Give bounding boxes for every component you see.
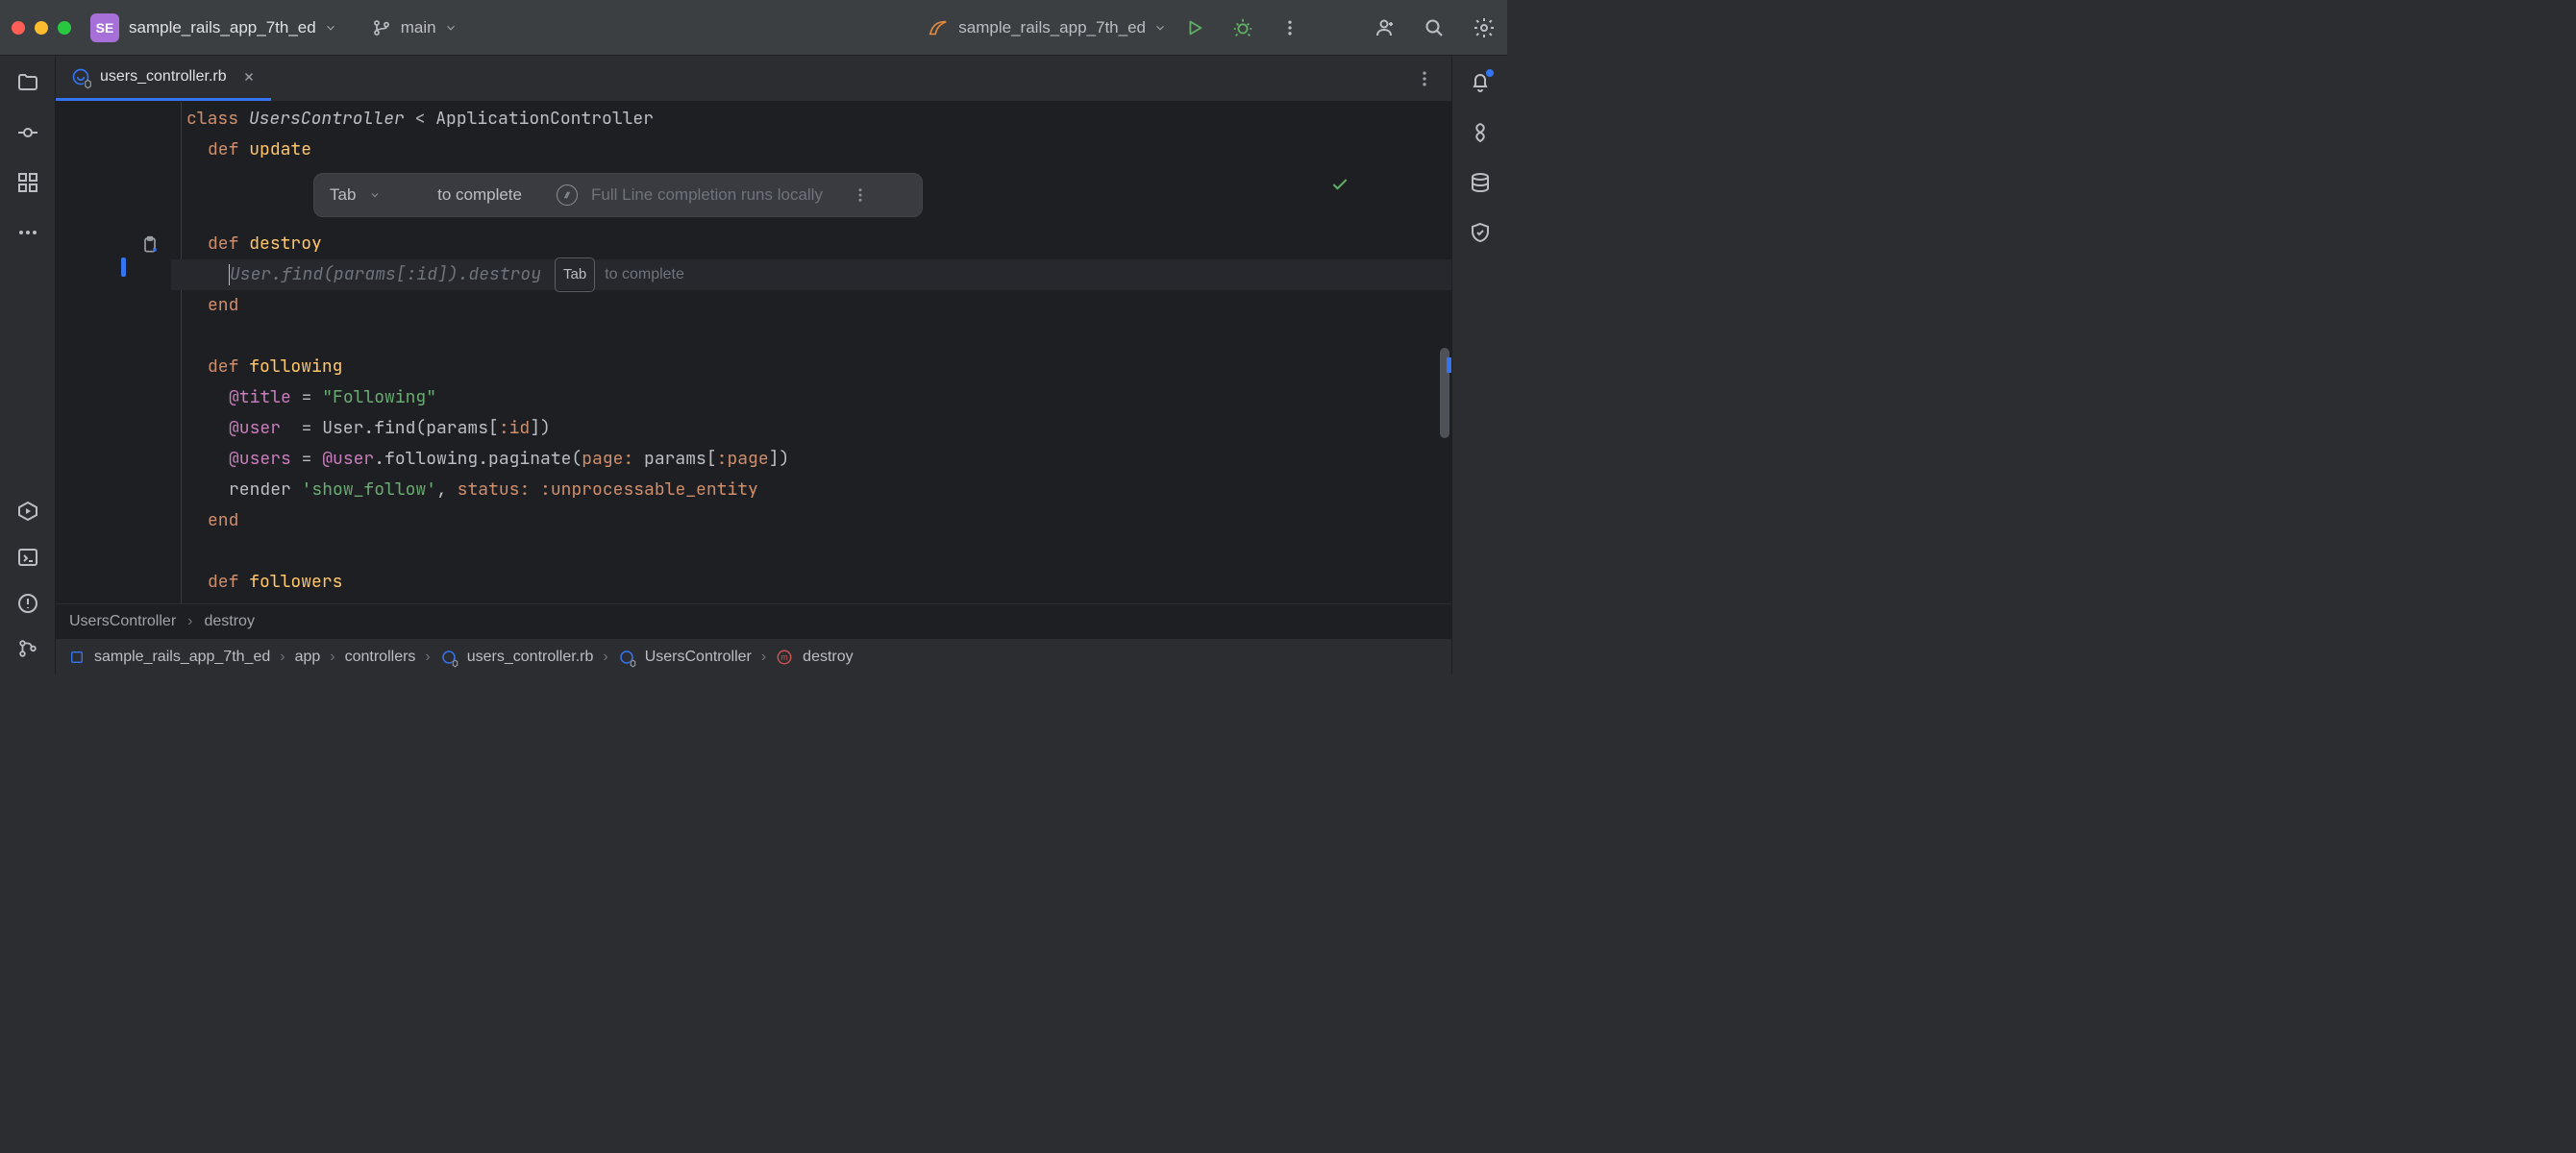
right-tool-rail xyxy=(1451,56,1507,675)
left-tool-rail xyxy=(0,56,56,675)
svg-text:m: m xyxy=(780,652,788,662)
ghost-completion-text: User.find(params[:id]).destroy xyxy=(230,259,541,290)
module-icon xyxy=(69,650,85,665)
tab-filename: users_controller.rb xyxy=(100,68,227,86)
more-tools-icon[interactable] xyxy=(16,221,39,244)
code-area[interactable]: class UsersController < ApplicationContr… xyxy=(171,102,1451,603)
debug-button[interactable] xyxy=(1232,17,1253,38)
inline-completion-hint: Tab to complete xyxy=(555,258,684,292)
project-tool-icon[interactable] xyxy=(16,71,39,94)
editor-breadcrumb[interactable]: UsersController › destroy xyxy=(56,603,1451,638)
paste-gutter-icon[interactable] xyxy=(140,234,160,256)
branch-icon xyxy=(372,18,391,37)
method-icon: m xyxy=(776,649,793,666)
run-configuration-selector[interactable]: sample_rails_app_7th_ed xyxy=(928,17,1167,38)
chevron-down-icon[interactable] xyxy=(369,128,424,262)
hint-description: Full Line completion runs locally xyxy=(591,180,823,210)
notification-dot xyxy=(1486,69,1494,77)
inspection-status-icon[interactable] xyxy=(1330,113,1434,256)
settings-icon[interactable] xyxy=(1473,16,1496,39)
search-icon[interactable] xyxy=(1423,16,1446,39)
tab-close-icon[interactable] xyxy=(242,70,256,84)
code-line: render 'show_follow', status: :unprocess… xyxy=(171,475,1451,505)
title-bar: SE sample_rails_app_7th_ed main sample_r… xyxy=(0,0,1507,56)
code-line: @user = User.find(params[:id]) xyxy=(171,413,1451,444)
editor-column: users_controller.rb class UsersC xyxy=(56,56,1451,675)
vcs-branch-widget[interactable]: main xyxy=(372,18,458,37)
branch-name: main xyxy=(401,18,436,37)
nav-method[interactable]: destroy xyxy=(803,649,853,666)
class-icon xyxy=(618,649,635,666)
problems-tool-icon[interactable] xyxy=(16,592,39,615)
project-name[interactable]: sample_rails_app_7th_ed xyxy=(129,18,316,37)
ruby-file-icon xyxy=(71,67,90,86)
inline-tab-key: Tab xyxy=(555,258,595,292)
run-config-dropdown-icon[interactable] xyxy=(1153,21,1167,35)
code-line: def following xyxy=(171,352,1451,382)
navigation-bar[interactable]: sample_rails_app_7th_ed › app › controll… xyxy=(56,638,1451,675)
code-line: end xyxy=(171,505,1451,536)
code-line: def followers xyxy=(171,567,1451,598)
services-tool-icon[interactable] xyxy=(16,500,39,523)
tab-options-icon[interactable] xyxy=(1398,56,1451,101)
code-line: def update xyxy=(171,135,1451,165)
database-tool-icon[interactable] xyxy=(1469,171,1492,194)
code-editor[interactable]: class UsersController < ApplicationContr… xyxy=(56,102,1451,603)
nav-class[interactable]: UsersController xyxy=(645,649,752,666)
run-config-name: sample_rails_app_7th_ed xyxy=(958,18,1146,37)
more-actions-icon[interactable] xyxy=(1280,18,1300,37)
breadcrumb-class[interactable]: UsersController xyxy=(69,613,176,630)
notifications-icon[interactable] xyxy=(1469,71,1492,94)
close-window-button[interactable] xyxy=(12,21,25,35)
code-line: @title = "Following" xyxy=(171,382,1451,413)
ai-assistant-icon[interactable] xyxy=(1469,121,1492,144)
run-button[interactable] xyxy=(1184,17,1205,38)
code-line: def destroy xyxy=(171,229,1451,259)
nav-app[interactable]: app xyxy=(295,649,321,666)
nav-file[interactable]: users_controller.rb xyxy=(467,649,594,666)
code-line: end xyxy=(171,290,1451,321)
code-line: class UsersController < ApplicationContr… xyxy=(171,104,1451,135)
nav-controllers[interactable]: controllers xyxy=(345,649,416,666)
inline-tab-text: to complete xyxy=(605,259,684,290)
hint-more-icon[interactable] xyxy=(852,125,906,265)
commit-tool-icon[interactable] xyxy=(16,121,39,144)
code-line: @users = @user.following.paginate(page: … xyxy=(171,444,1451,475)
vcs-tool-icon[interactable] xyxy=(17,638,38,659)
project-badge[interactable]: SE xyxy=(90,13,119,42)
completion-hint-popup[interactable]: Tab to complete Full Line completion run… xyxy=(313,173,923,217)
scrollbar-marker[interactable] xyxy=(1447,357,1451,373)
terminal-tool-icon[interactable] xyxy=(16,546,39,569)
rails-icon xyxy=(928,17,949,38)
hint-tab-label: Tab xyxy=(330,180,356,210)
window-controls xyxy=(12,21,71,35)
change-marker[interactable] xyxy=(121,258,126,277)
structure-tool-icon[interactable] xyxy=(16,171,39,194)
editor-tab-bar: users_controller.rb xyxy=(56,56,1451,102)
minimize-window-button[interactable] xyxy=(35,21,48,35)
project-dropdown-icon[interactable] xyxy=(324,21,337,35)
ruby-file-icon xyxy=(440,649,458,666)
editor-gutter xyxy=(56,102,171,603)
branch-dropdown-icon[interactable] xyxy=(444,21,458,35)
maximize-window-button[interactable] xyxy=(58,21,71,35)
main-area: users_controller.rb class UsersC xyxy=(0,56,1507,675)
code-with-me-icon[interactable] xyxy=(1373,16,1396,39)
editor-tab-active[interactable]: users_controller.rb xyxy=(56,56,271,101)
hint-to-complete: to complete xyxy=(437,180,522,210)
info-icon xyxy=(557,184,578,206)
code-line-current: User.find(params[:id]).destroy Tab to co… xyxy=(171,259,1451,290)
shield-icon[interactable] xyxy=(1469,221,1492,244)
